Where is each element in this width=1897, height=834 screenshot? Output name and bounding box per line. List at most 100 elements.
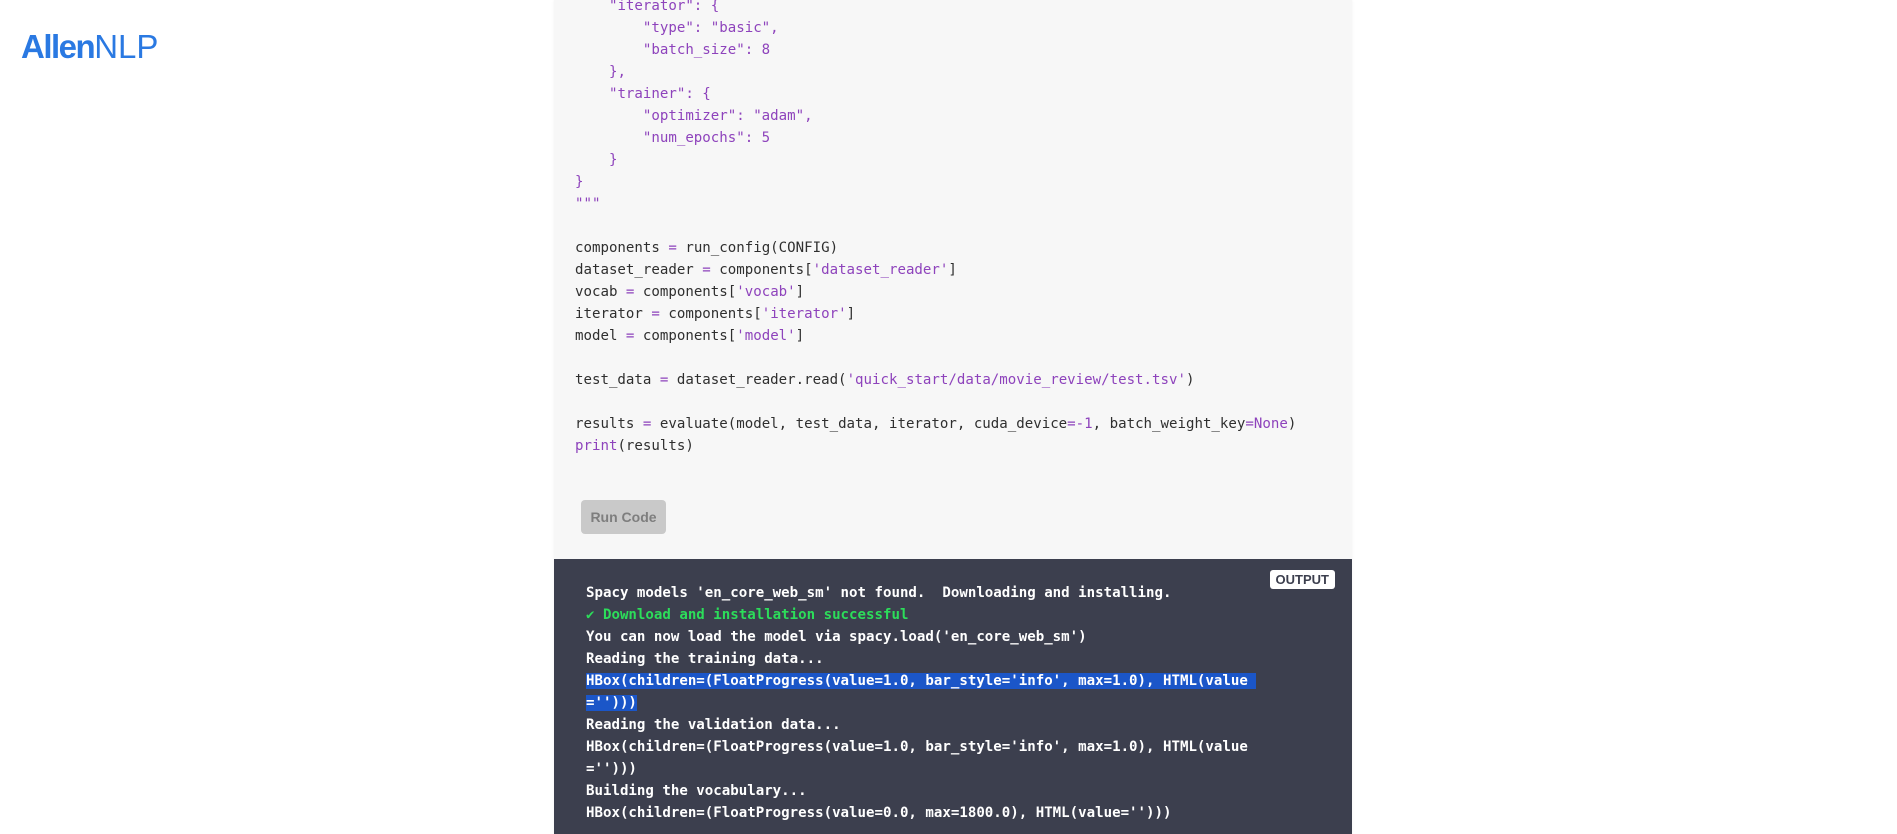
code-editor[interactable]: "iterator": { "type": "basic", "batch_si…: [575, 0, 1296, 457]
output-text-span: HBox(children=(FloatProgress(value=1.0, …: [586, 673, 1257, 689]
logo-part-nlp: NLP: [94, 28, 159, 65]
code-token: "batch_size": 8: [642, 42, 771, 58]
code-line: components = run_config(CONFIG): [575, 237, 1296, 259]
logo-part-allen: Allen: [21, 28, 96, 65]
output-panel: OUTPUT Spacy models 'en_core_web_sm' not…: [554, 559, 1352, 834]
code-token: },: [608, 64, 626, 80]
output-line: Reading the validation data...: [586, 714, 1256, 736]
allennlp-logo[interactable]: AllenNLP: [21, 30, 158, 63]
code-token: "trainer": {: [608, 86, 711, 102]
code-token: ]: [846, 306, 856, 322]
code-token: iterator: [575, 306, 652, 322]
output-line: You can now load the model via spacy.loa…: [586, 626, 1256, 648]
code-token: =-1: [1067, 416, 1093, 432]
code-token: components[: [710, 262, 813, 278]
code-token: "type": "basic",: [642, 20, 779, 36]
output-text-span: Spacy models 'en_core_web_sm' not found.…: [586, 585, 1172, 601]
code-token: 'iterator': [761, 306, 847, 322]
output-line: Reading the training data...: [586, 648, 1256, 670]
code-token: components[: [659, 306, 762, 322]
code-line: model = components['model']: [575, 325, 1296, 347]
output-text-span: HBox(children=(FloatProgress(value=0.0, …: [586, 805, 1172, 821]
output-text-span: =''))): [586, 761, 637, 777]
code-line: print(results): [575, 435, 1296, 457]
code-line: "iterator": {: [575, 0, 1296, 17]
code-token: "optimizer": "adam",: [642, 108, 813, 124]
output-line: Building the vocabulary...: [586, 780, 1256, 802]
code-token: 'quick_start/data/movie_review/test.tsv': [846, 372, 1186, 388]
code-token: =: [668, 240, 677, 256]
code-line: "trainer": {: [575, 83, 1296, 105]
code-token: dataset_reader.read(: [668, 372, 847, 388]
code-token: (results): [617, 438, 694, 454]
code-line: "batch_size": 8: [575, 39, 1296, 61]
code-token: ): [1185, 372, 1195, 388]
code-token: 'model': [736, 328, 796, 344]
code-token: ]: [948, 262, 957, 278]
code-token: components[: [634, 328, 737, 344]
code-token: "iterator": {: [608, 0, 720, 14]
output-text-span: ✔ Download and installation successful: [586, 607, 909, 623]
output-line: =''))): [586, 692, 1256, 714]
output-text-span: Reading the validation data...: [586, 717, 841, 733]
code-token: print: [575, 438, 618, 454]
code-line: "num_epochs": 5: [575, 127, 1296, 149]
code-token: test_data: [575, 372, 660, 388]
code-token: }: [575, 174, 584, 190]
output-line: ✔ Download and installation successful: [586, 604, 1256, 626]
code-token: """: [575, 196, 601, 212]
code-line: test_data = dataset_reader.read('quick_s…: [575, 369, 1296, 391]
output-line: HBox(children=(FloatProgress(value=1.0, …: [586, 670, 1257, 692]
output-label: OUTPUT: [1269, 570, 1335, 589]
code-token: components: [575, 240, 669, 256]
code-token: "num_epochs": 5: [642, 130, 771, 146]
code-token: , batch_weight_key: [1092, 416, 1246, 432]
output-text-span: =''))): [586, 695, 637, 711]
code-token: dataset_reader: [575, 262, 703, 278]
code-token: 'dataset_reader': [812, 262, 949, 278]
code-token: run_config(CONFIG): [676, 240, 839, 256]
output-line: =''))): [586, 758, 1256, 780]
code-line: """: [575, 193, 1296, 215]
code-line: "type": "basic",: [575, 17, 1296, 39]
code-line: "optimizer": "adam",: [575, 105, 1296, 127]
code-token: 'vocab': [736, 284, 796, 300]
code-token: evaluate(model, test_data, iterator, cud…: [651, 416, 1068, 432]
code-line: vocab = components['vocab']: [575, 281, 1296, 303]
code-line: }: [575, 171, 1296, 193]
code-line: iterator = components['iterator']: [575, 303, 1296, 325]
code-token: results: [575, 416, 643, 432]
output-text-span: Building the vocabulary...: [586, 783, 807, 799]
code-line: dataset_reader = components['dataset_rea…: [575, 259, 1296, 281]
code-token: ): [1287, 416, 1297, 432]
code-token: model: [575, 328, 626, 344]
code-line: },: [575, 61, 1296, 83]
code-token: ]: [795, 284, 805, 300]
output-text-span: You can now load the model via spacy.loa…: [586, 629, 1087, 645]
run-code-button[interactable]: Run Code: [581, 500, 666, 534]
code-token: =: [702, 262, 711, 278]
output-line: Spacy models 'en_core_web_sm' not found.…: [586, 582, 1256, 604]
code-token: }: [608, 152, 618, 168]
output-text-span: Reading the training data...: [586, 651, 824, 667]
code-line: results = evaluate(model, test_data, ite…: [575, 413, 1296, 435]
code-token: =: [651, 306, 660, 322]
output-line: HBox(children=(FloatProgress(value=0.0, …: [586, 802, 1256, 824]
output-line: HBox(children=(FloatProgress(value=1.0, …: [586, 736, 1256, 758]
code-line: }: [575, 149, 1296, 171]
code-token: ]: [795, 328, 805, 344]
code-panel: "iterator": { "type": "basic", "batch_si…: [554, 0, 1352, 834]
code-token: =None: [1245, 416, 1288, 432]
output-text-span: HBox(children=(FloatProgress(value=1.0, …: [586, 739, 1248, 755]
